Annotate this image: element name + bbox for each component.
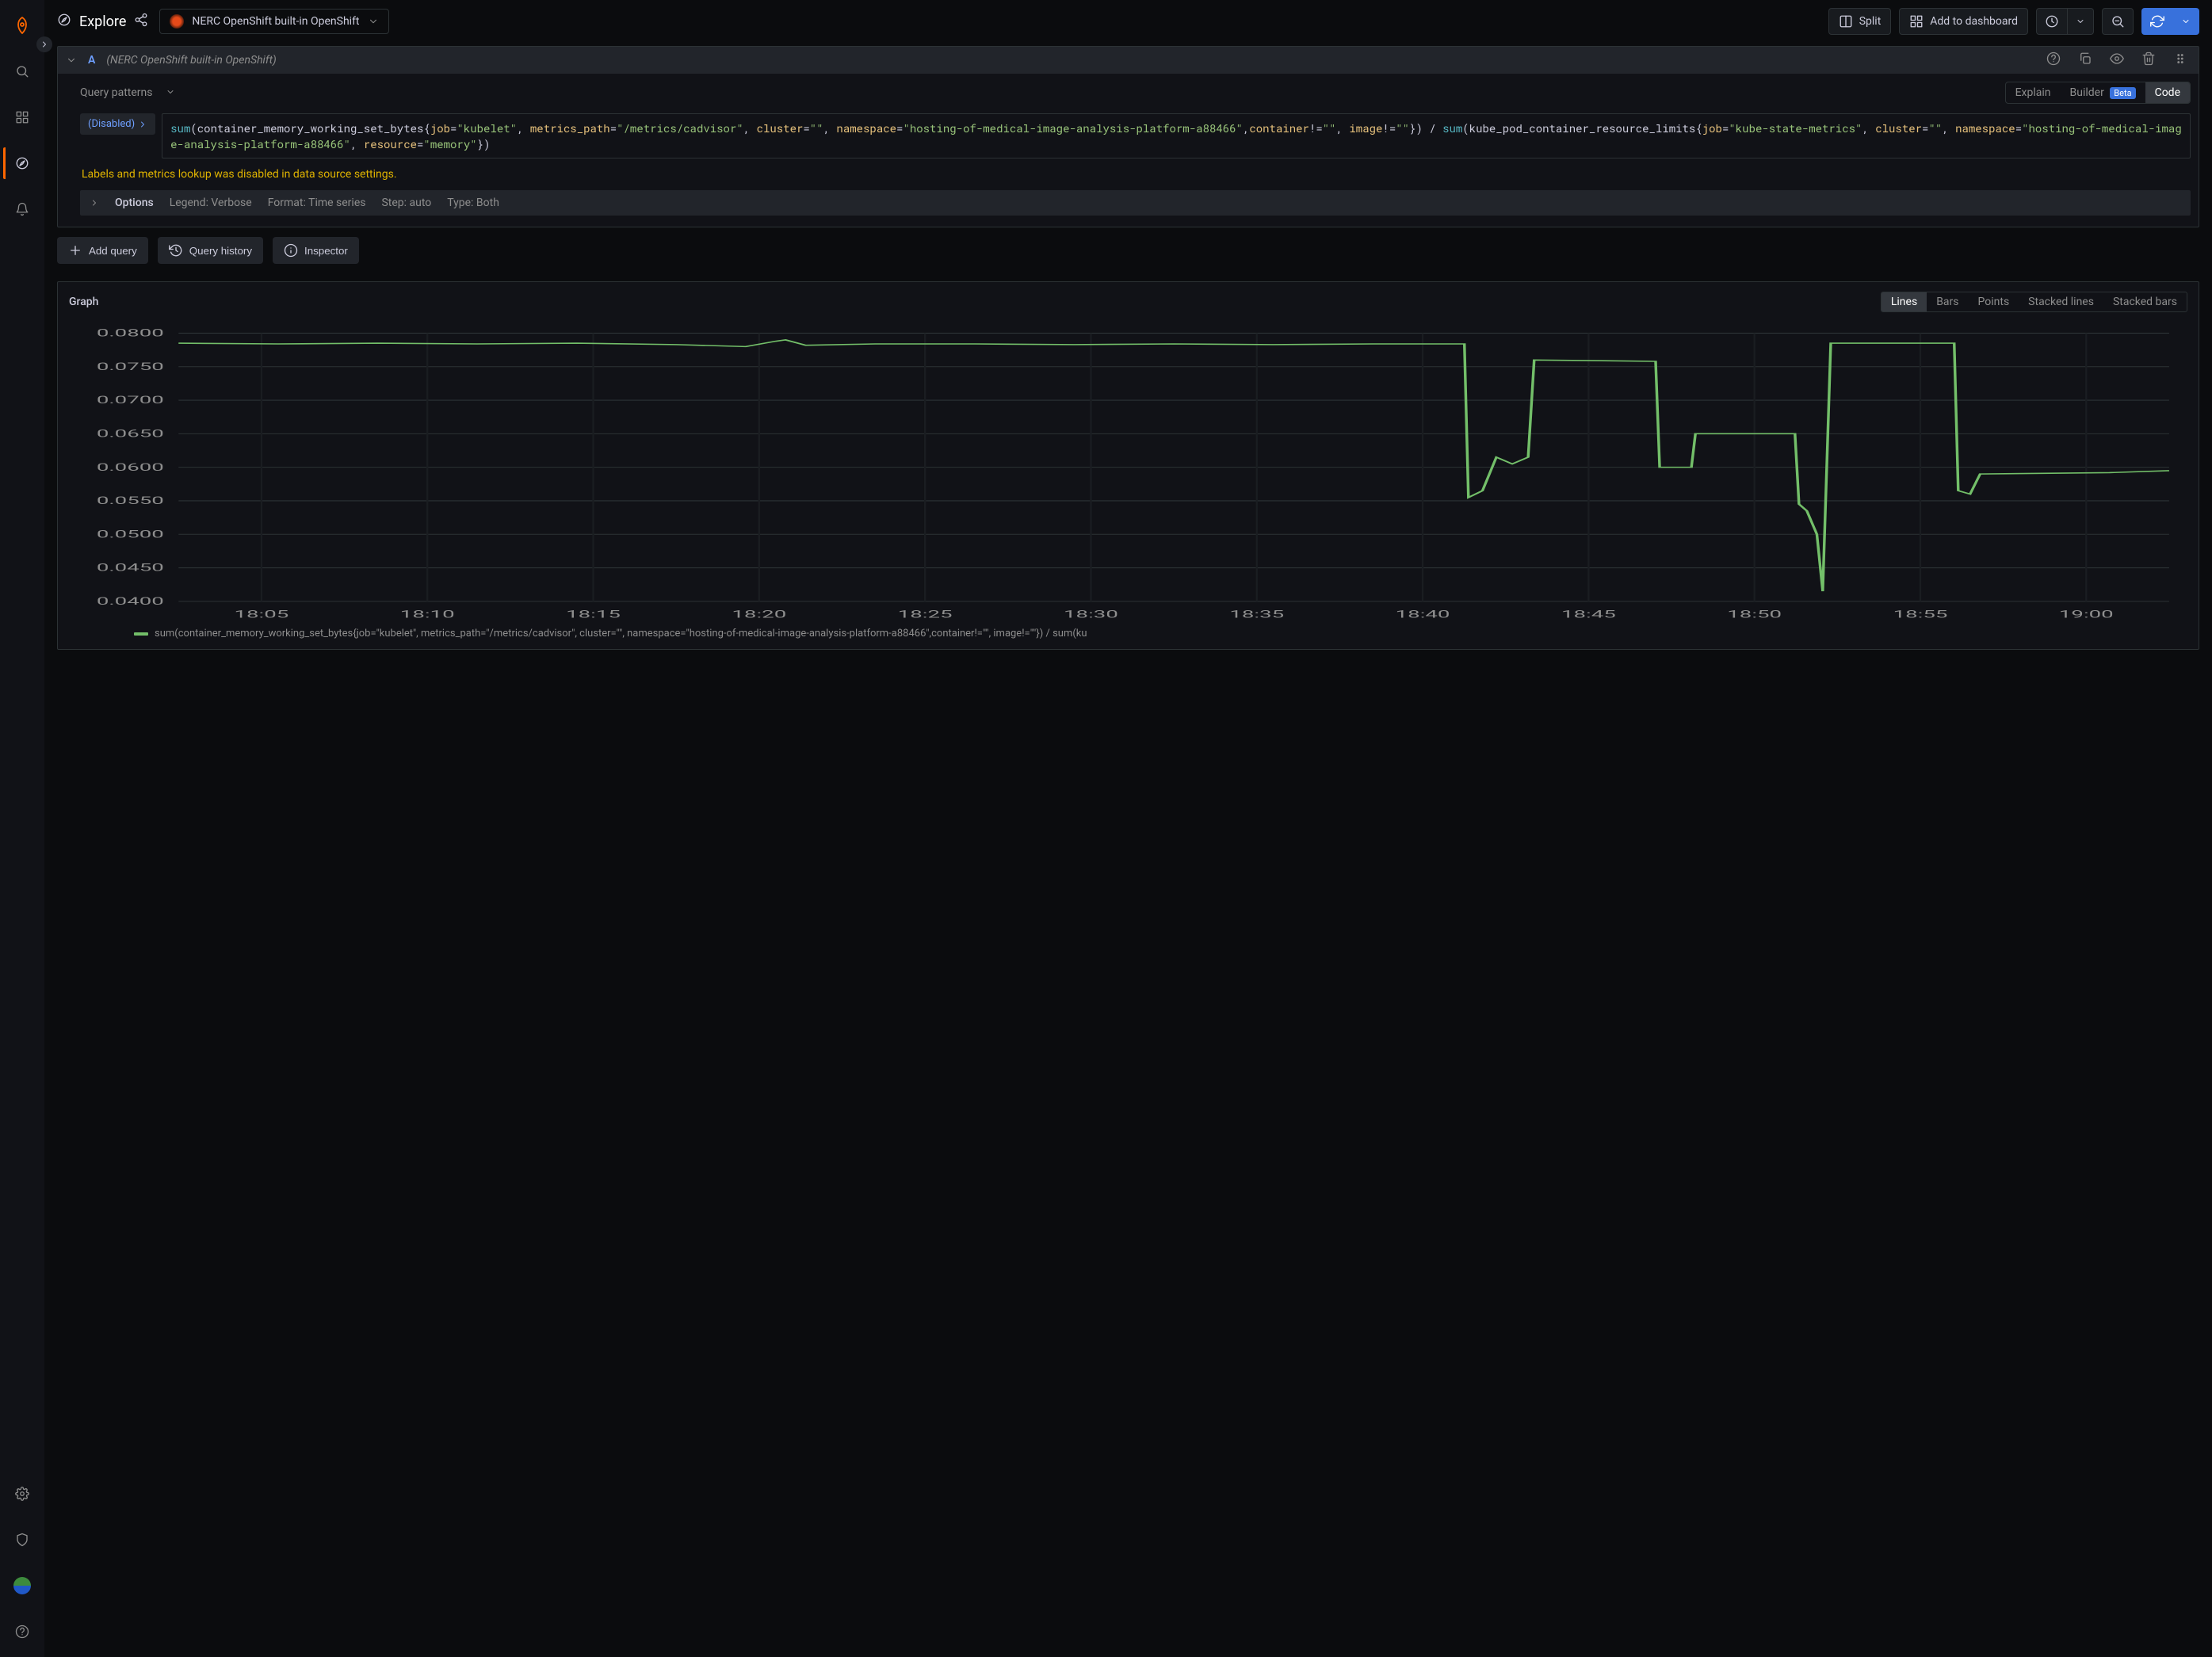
viz-stacked-bars[interactable]: Stacked bars xyxy=(2103,292,2187,311)
inspector-button[interactable]: Inspector xyxy=(273,237,359,264)
page-title: Explore xyxy=(79,13,126,30)
query-subtitle: (NERC OpenShift built-in OpenShift) xyxy=(106,54,276,67)
svg-text:18:50: 18:50 xyxy=(1727,609,1782,621)
explore-icon[interactable] xyxy=(3,147,41,179)
viz-points[interactable]: Points xyxy=(1969,292,2019,311)
graph-panel: Graph LinesBarsPointsStacked linesStacke… xyxy=(57,281,2199,650)
svg-text:18:35: 18:35 xyxy=(1229,609,1284,621)
svg-text:18:30: 18:30 xyxy=(1064,609,1118,621)
chart[interactable]: 0.0400 0.0450 0.0500 0.0550 0.0600 0.0650 0.07… xyxy=(69,325,2187,623)
profile-icon[interactable] xyxy=(3,1570,41,1602)
legend[interactable]: sum(container_memory_working_set_bytes{j… xyxy=(58,623,2199,649)
opt-format: Format: Time series xyxy=(268,197,366,209)
code-button[interactable]: Code xyxy=(2145,82,2190,103)
split-button[interactable]: Split xyxy=(1828,8,1892,35)
opt-step: Step: auto xyxy=(381,197,431,209)
query-editor[interactable]: sum(container_memory_working_set_bytes{j… xyxy=(162,113,2191,158)
info-icon xyxy=(284,243,298,258)
svg-text:19:00: 19:00 xyxy=(2059,609,2114,621)
svg-text:18:20: 18:20 xyxy=(732,609,786,621)
builder-button[interactable]: Builder Beta xyxy=(2061,82,2145,103)
graph-title: Graph xyxy=(69,296,98,308)
query-patterns-label[interactable]: Query patterns xyxy=(80,86,153,99)
trash-icon[interactable] xyxy=(2138,52,2159,69)
datasource-name: NERC OpenShift built-in OpenShift xyxy=(192,15,359,28)
mode-switch: Explain Builder Beta Code xyxy=(2005,82,2191,104)
grafana-logo[interactable] xyxy=(3,10,41,41)
svg-text:18:25: 18:25 xyxy=(898,609,953,621)
svg-text:18:15: 18:15 xyxy=(566,609,621,621)
copy-icon[interactable] xyxy=(2075,52,2095,69)
disabled-label: (Disabled) xyxy=(88,118,135,130)
query-header[interactable]: A (NERC OpenShift built-in OpenShift) xyxy=(58,47,2199,74)
explain-button[interactable]: Explain xyxy=(2006,82,2061,103)
time-picker[interactable] xyxy=(2036,8,2094,35)
split-label: Split xyxy=(1859,15,1882,28)
viz-switch: LinesBarsPointsStacked linesStacked bars xyxy=(1881,292,2187,312)
clock-icon[interactable] xyxy=(2036,8,2068,35)
sidebar-expand-button[interactable] xyxy=(36,36,52,52)
search-icon[interactable] xyxy=(3,55,41,87)
opt-type: Type: Both xyxy=(447,197,499,209)
query-row: A (NERC OpenShift built-in OpenShift) Qu… xyxy=(57,46,2199,227)
chevron-down-icon[interactable] xyxy=(166,87,175,99)
eye-icon[interactable] xyxy=(2107,52,2127,69)
prometheus-icon xyxy=(170,14,184,29)
add-dashboard-button[interactable]: Add to dashboard xyxy=(1899,8,2028,35)
options-row[interactable]: Options Legend: Verbose Format: Time ser… xyxy=(80,190,2191,216)
beta-badge: Beta xyxy=(2110,87,2135,99)
viz-lines[interactable]: Lines xyxy=(1882,292,1927,311)
svg-text:18:05: 18:05 xyxy=(234,609,288,621)
viz-bars[interactable]: Bars xyxy=(1927,292,1968,311)
columns-icon xyxy=(1839,14,1853,29)
alerting-icon[interactable] xyxy=(3,193,41,225)
svg-text:18:40: 18:40 xyxy=(1396,609,1450,621)
datasource-picker[interactable]: NERC OpenShift built-in OpenShift xyxy=(159,9,388,34)
legend-swatch xyxy=(134,632,148,636)
refresh-button[interactable] xyxy=(2141,8,2173,35)
plus-icon xyxy=(68,243,82,258)
metrics-browser-toggle[interactable]: (Disabled) xyxy=(80,113,155,135)
query-history-button[interactable]: Query history xyxy=(158,237,263,264)
opt-legend: Legend: Verbose xyxy=(170,197,252,209)
viz-stacked-lines[interactable]: Stacked lines xyxy=(2019,292,2103,311)
dashboards-icon[interactable] xyxy=(3,101,41,133)
svg-text:18:10: 18:10 xyxy=(400,609,455,621)
svg-text:0.0800: 0.0800 xyxy=(97,328,164,340)
add-query-button[interactable]: Add query xyxy=(57,237,148,264)
shield-icon[interactable] xyxy=(3,1524,41,1556)
help-icon[interactable] xyxy=(3,1616,41,1647)
svg-text:0.0450: 0.0450 xyxy=(97,563,164,575)
chevron-down-icon xyxy=(368,16,379,27)
svg-text:0.0500: 0.0500 xyxy=(97,529,164,541)
settings-icon[interactable] xyxy=(3,1478,41,1510)
svg-text:0.0400: 0.0400 xyxy=(97,596,164,608)
chevron-right-icon xyxy=(90,198,99,208)
svg-text:0.0650: 0.0650 xyxy=(97,429,164,441)
svg-text:0.0750: 0.0750 xyxy=(97,361,164,373)
svg-text:0.0550: 0.0550 xyxy=(97,495,164,507)
collapse-icon[interactable] xyxy=(66,55,77,66)
share-icon[interactable] xyxy=(134,13,148,30)
refresh-interval[interactable] xyxy=(2173,8,2199,35)
zoom-out-button[interactable] xyxy=(2102,8,2134,35)
compass-icon xyxy=(57,13,71,30)
svg-text:18:55: 18:55 xyxy=(1893,609,1948,621)
legend-text: sum(container_memory_working_set_bytes{j… xyxy=(155,628,1087,640)
time-chevron[interactable] xyxy=(2068,8,2094,35)
svg-text:0.0700: 0.0700 xyxy=(97,395,164,407)
query-letter[interactable]: A xyxy=(88,54,95,67)
add-dashboard-label: Add to dashboard xyxy=(1930,15,2018,28)
options-title: Options xyxy=(115,197,154,209)
history-icon xyxy=(169,243,183,258)
help-icon[interactable] xyxy=(2043,52,2064,69)
svg-text:0.0600: 0.0600 xyxy=(97,462,164,474)
apps-icon xyxy=(1909,14,1924,29)
svg-text:18:45: 18:45 xyxy=(1561,609,1616,621)
refresh-group[interactable] xyxy=(2141,8,2199,35)
warning-text: Labels and metrics lookup was disabled i… xyxy=(80,168,2191,181)
drag-icon[interactable] xyxy=(2170,52,2191,69)
